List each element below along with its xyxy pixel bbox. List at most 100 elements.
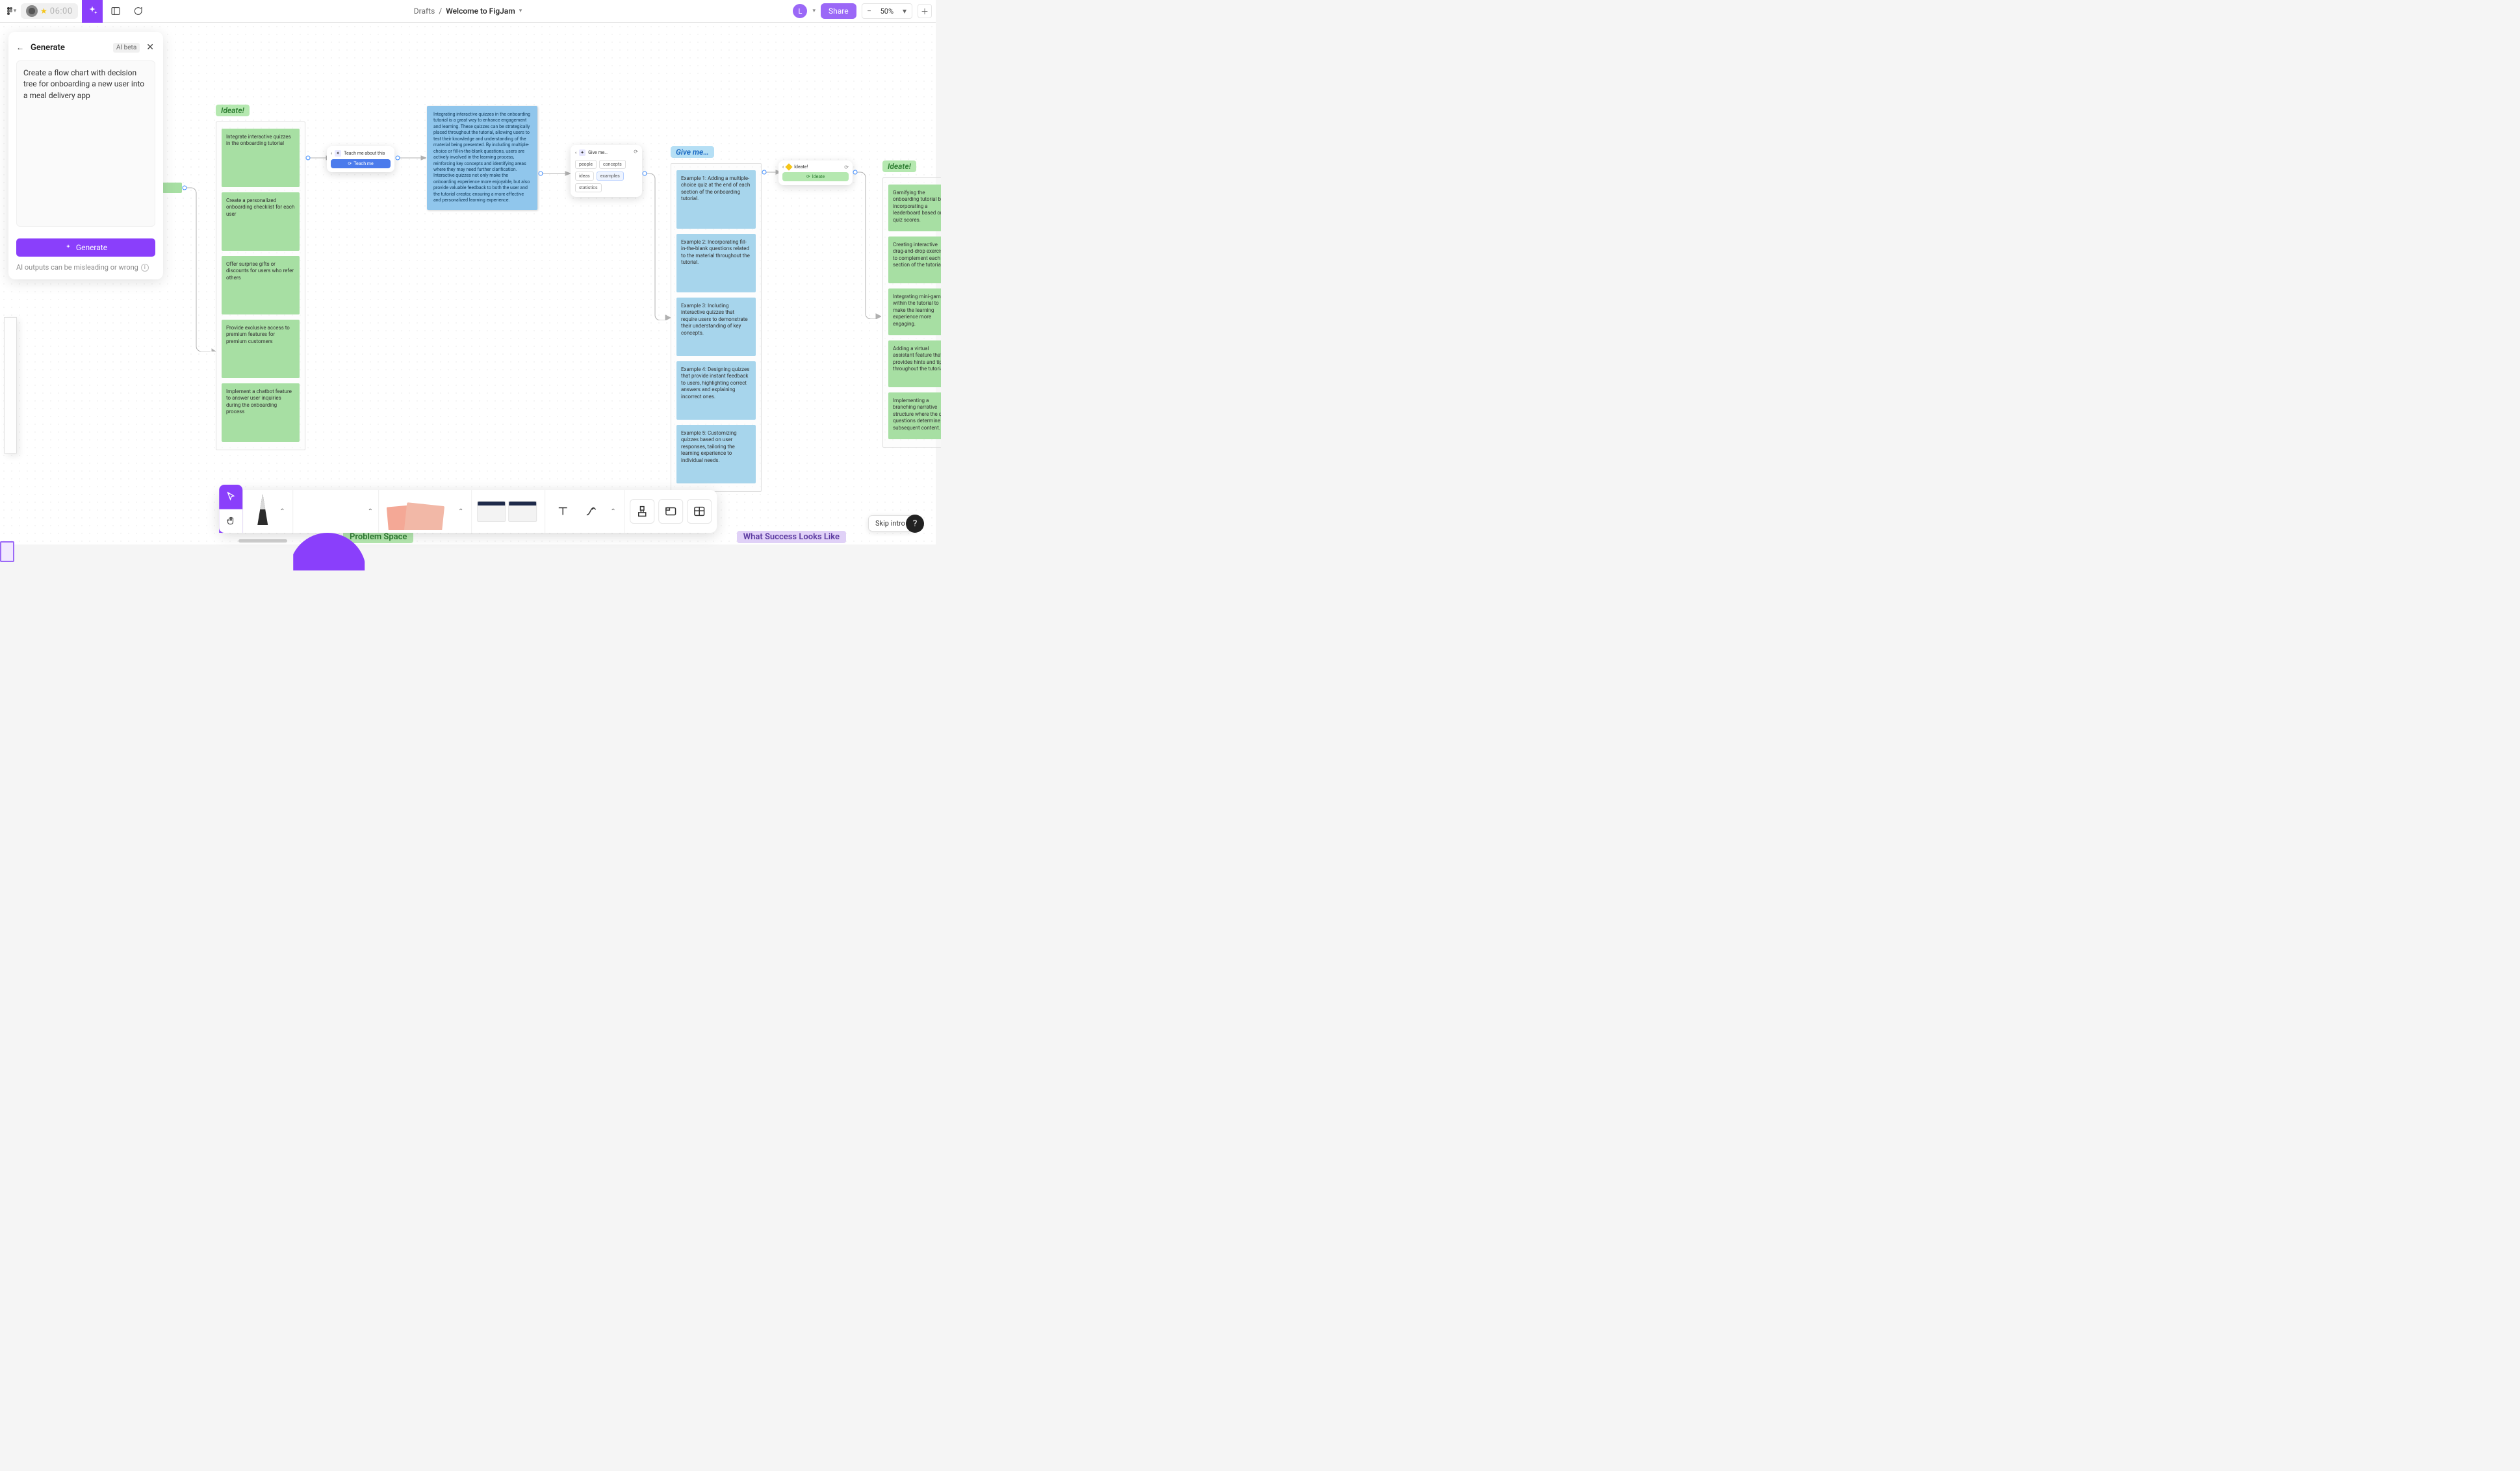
sticky-options-caret[interactable]: ⌃ [456,508,466,515]
teach-me-card[interactable]: ‹✦Teach me about this ⟳Teach me [327,146,394,172]
selected-object-offscreen[interactable] [0,541,14,562]
ideate-heading: Ideate! [882,160,916,172]
ideate-column-a[interactable]: Ideate! Integrate interactive quizzes in… [216,103,305,450]
breadcrumb[interactable]: Drafts / Welcome to FigJam ▾ [414,6,522,16]
tag-examples[interactable]: examples [597,172,624,181]
text-tool[interactable] [550,499,575,524]
ai-square-icon: ✦ [335,150,341,157]
ideate-chip-title: Ideate! [794,164,808,170]
tag-ideas[interactable]: ideas [575,172,594,181]
marker-options-caret[interactable]: ⌃ [277,508,287,515]
ideate-heading: Ideate! [216,105,250,116]
timer-value: 06:00 [50,6,73,16]
teach-me-button[interactable]: ⟳Teach me [331,159,391,168]
nav-back-icon[interactable]: ‹ [575,150,576,155]
diamond-icon [785,163,792,170]
give-me-heading: Give me… [671,146,714,158]
connector-tool[interactable] [579,499,604,524]
marker-tool[interactable] [248,492,277,530]
zoom-controls: − 50% ▾ [862,3,912,19]
sticky-note[interactable]: Offer surprise gifts or discounts for us… [222,256,300,314]
connector-options-caret[interactable]: ⌃ [608,508,618,515]
ai-square-icon: ✦ [579,149,585,156]
zoom-level[interactable]: 50% [877,7,897,16]
sticky-note[interactable]: Example 4: Designing quizzes that provid… [676,361,756,420]
shape-tool[interactable] [294,533,365,570]
sticky-note[interactable]: Gamifying the onboarding tutorial by inc… [888,185,941,231]
sticky-note[interactable]: Example 5: Customizing quizzes based on … [676,425,756,483]
horizontal-scrollbar[interactable] [238,539,287,543]
sticky-note[interactable]: Create a personalized onboarding checkli… [222,192,300,251]
section-tool[interactable] [658,499,683,524]
breadcrumb-sep: / [439,6,442,16]
close-icon[interactable]: ✕ [145,41,155,54]
chevron-down-icon[interactable]: ▾ [812,8,816,14]
breadcrumb-root[interactable]: Drafts [414,6,435,16]
add-button[interactable]: ＋ [918,4,932,18]
figma-logo-icon [6,7,14,15]
sticky-note[interactable]: Integrate interactive quizzes in the onb… [222,129,300,187]
panels-icon [110,6,121,16]
timer-avatar-icon [26,5,38,17]
table-tool[interactable] [687,499,712,524]
ai-tools-button[interactable] [82,0,103,23]
tag-statistics[interactable]: statistics [575,183,602,192]
file-name[interactable]: Welcome to FigJam [446,6,515,16]
sticky-note[interactable]: Integrating mini-games within the tutori… [888,288,941,335]
main-menu-button[interactable]: ▾ [5,5,17,17]
tag-people[interactable]: people [575,160,597,169]
generate-button[interactable]: Generate [16,238,155,257]
sticky-note[interactable]: Example 2: Incorporating fill-in-the-bla… [676,234,756,292]
hand-tool[interactable] [219,509,242,533]
offscreen-green-chip [162,183,182,193]
offscreen-frame[interactable] [4,317,17,454]
sticky-note[interactable]: Provide exclusive access to premium feat… [222,320,300,378]
ideate-cta-label: Ideate [812,174,825,179]
nav-back-icon[interactable]: ‹ [331,151,332,156]
chevron-down-icon[interactable]: ▾ [519,8,522,14]
back-arrow-icon[interactable]: ← [16,43,25,52]
comments-button[interactable] [129,2,147,20]
star-icon: ★ [40,6,47,16]
sticky-note[interactable]: Implementing a branching narrative struc… [888,392,941,439]
section-label-success: What Success Looks Like [737,531,846,543]
sparkle-icon [64,244,72,251]
stamp-tool[interactable] [630,499,654,524]
ideate-chip-button[interactable]: ⟳Ideate [782,172,849,181]
zoom-out-button[interactable]: − [862,4,877,18]
sticky-note-tool[interactable] [384,492,456,530]
sticky-note[interactable]: Implement a chatbot feature to answer us… [222,383,300,442]
chevron-down-icon[interactable]: ▾ [897,4,912,18]
info-icon[interactable]: i [141,264,149,272]
sticky-note[interactable]: Example 3: Including interactive quizzes… [676,298,756,356]
chevron-down-icon: ▾ [14,8,17,14]
give-title: Give me… [588,150,608,155]
ideate-column-b[interactable]: Ideate! Gamifying the onboarding tutoria… [882,159,941,448]
shape-options-caret[interactable]: ⌃ [365,508,376,515]
top-toolbar: ▾ ★ 06:00 Drafts / Welcome to FigJam ▾ L… [0,0,936,23]
sticky-note[interactable]: Adding a virtual assistant feature that … [888,340,941,387]
comment-icon [133,6,143,16]
teach-title: Teach me about this [344,151,385,156]
explanation-card[interactable]: Integrating interactive quizzes in the o… [427,106,537,210]
help-button[interactable]: ? [906,515,924,533]
share-button[interactable]: Share [821,3,856,19]
select-tool[interactable] [219,485,242,509]
user-avatar[interactable]: L [793,4,807,18]
generate-title: Generate [31,43,108,53]
prompt-input[interactable] [16,60,155,227]
sticky-note[interactable]: Example 1: Adding a multiple-choice quiz… [676,170,756,229]
give-me-column[interactable]: Give me… Example 1: Adding a multiple-ch… [671,145,762,492]
panels-button[interactable] [107,2,125,20]
give-me-card[interactable]: ⟳ ‹✦Give me… people concepts ideas examp… [571,145,642,197]
generate-panel: ← Generate AI beta ✕ Generate AI outputs… [8,32,163,279]
refresh-icon[interactable]: ⟳ [634,149,638,155]
bottom-toolbar: ⌃ ⌃ ⌃ ⌃ [219,490,717,533]
sticky-note[interactable]: Creating interactive drag-and-drop exerc… [888,237,941,283]
tag-concepts[interactable]: concepts [599,160,626,169]
templates-tool[interactable] [477,498,539,524]
refresh-icon[interactable]: ⟳ [844,164,849,170]
timer-chip[interactable]: ★ 06:00 [21,3,78,19]
nav-back-icon[interactable]: ‹ [782,164,784,170]
ideate-card[interactable]: ⟳ ‹ Ideate! ⟳Ideate [778,160,853,185]
